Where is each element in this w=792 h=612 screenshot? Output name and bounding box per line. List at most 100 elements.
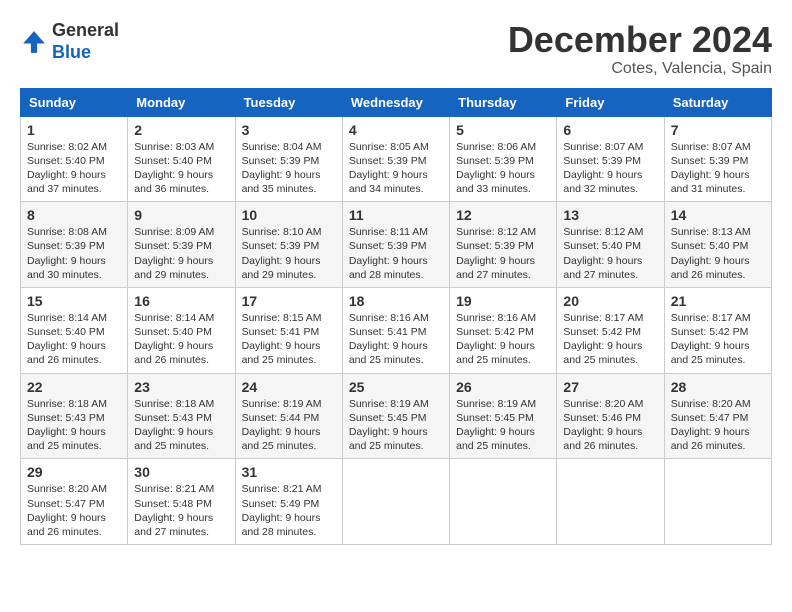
calendar-day-4: 4 Sunrise: 8:05 AMSunset: 5:39 PMDayligh… — [342, 116, 449, 202]
calendar-day-5: 5 Sunrise: 8:06 AMSunset: 5:39 PMDayligh… — [450, 116, 557, 202]
day-info: Sunrise: 8:13 AMSunset: 5:40 PMDaylight:… — [671, 226, 751, 281]
empty-cell — [557, 459, 664, 545]
calendar-day-19: 19 Sunrise: 8:16 AMSunset: 5:42 PMDaylig… — [450, 287, 557, 373]
calendar-body: 1 Sunrise: 8:02 AMSunset: 5:40 PMDayligh… — [21, 116, 772, 544]
day-number: 26 — [456, 379, 550, 395]
calendar-day-20: 20 Sunrise: 8:17 AMSunset: 5:42 PMDaylig… — [557, 287, 664, 373]
calendar-week-1: 1 Sunrise: 8:02 AMSunset: 5:40 PMDayligh… — [21, 116, 772, 202]
weekday-friday: Friday — [557, 88, 664, 116]
day-info: Sunrise: 8:09 AMSunset: 5:39 PMDaylight:… — [134, 226, 214, 281]
calendar-table: Sunday Monday Tuesday Wednesday Thursday… — [20, 88, 772, 545]
calendar-day-15: 15 Sunrise: 8:14 AMSunset: 5:40 PMDaylig… — [21, 287, 128, 373]
day-number: 16 — [134, 293, 228, 309]
day-number: 20 — [563, 293, 657, 309]
calendar-day-14: 14 Sunrise: 8:13 AMSunset: 5:40 PMDaylig… — [664, 202, 771, 288]
day-info: Sunrise: 8:10 AMSunset: 5:39 PMDaylight:… — [242, 226, 322, 281]
day-number: 17 — [242, 293, 336, 309]
day-number: 30 — [134, 464, 228, 480]
logo: General Blue — [20, 20, 119, 63]
day-number: 31 — [242, 464, 336, 480]
day-info: Sunrise: 8:05 AMSunset: 5:39 PMDaylight:… — [349, 141, 429, 196]
calendar-day-9: 9 Sunrise: 8:09 AMSunset: 5:39 PMDayligh… — [128, 202, 235, 288]
day-info: Sunrise: 8:19 AMSunset: 5:45 PMDaylight:… — [456, 398, 536, 453]
calendar-day-17: 17 Sunrise: 8:15 AMSunset: 5:41 PMDaylig… — [235, 287, 342, 373]
day-info: Sunrise: 8:04 AMSunset: 5:39 PMDaylight:… — [242, 141, 322, 196]
calendar-day-27: 27 Sunrise: 8:20 AMSunset: 5:46 PMDaylig… — [557, 373, 664, 459]
day-number: 3 — [242, 122, 336, 138]
day-number: 22 — [27, 379, 121, 395]
logo-icon — [20, 28, 48, 56]
day-info: Sunrise: 8:20 AMSunset: 5:46 PMDaylight:… — [563, 398, 643, 453]
calendar-day-29: 29 Sunrise: 8:20 AMSunset: 5:47 PMDaylig… — [21, 459, 128, 545]
weekday-thursday: Thursday — [450, 88, 557, 116]
day-info: Sunrise: 8:12 AMSunset: 5:40 PMDaylight:… — [563, 226, 643, 281]
location: Cotes, Valencia, Spain — [508, 60, 772, 78]
day-number: 24 — [242, 379, 336, 395]
calendar-day-13: 13 Sunrise: 8:12 AMSunset: 5:40 PMDaylig… — [557, 202, 664, 288]
calendar-day-2: 2 Sunrise: 8:03 AMSunset: 5:40 PMDayligh… — [128, 116, 235, 202]
calendar-day-11: 11 Sunrise: 8:11 AMSunset: 5:39 PMDaylig… — [342, 202, 449, 288]
day-number: 13 — [563, 207, 657, 223]
day-number: 9 — [134, 207, 228, 223]
day-info: Sunrise: 8:20 AMSunset: 5:47 PMDaylight:… — [671, 398, 751, 453]
calendar-day-18: 18 Sunrise: 8:16 AMSunset: 5:41 PMDaylig… — [342, 287, 449, 373]
calendar-day-21: 21 Sunrise: 8:17 AMSunset: 5:42 PMDaylig… — [664, 287, 771, 373]
calendar-day-8: 8 Sunrise: 8:08 AMSunset: 5:39 PMDayligh… — [21, 202, 128, 288]
day-info: Sunrise: 8:21 AMSunset: 5:48 PMDaylight:… — [134, 483, 214, 538]
day-number: 4 — [349, 122, 443, 138]
day-number: 18 — [349, 293, 443, 309]
empty-cell — [450, 459, 557, 545]
day-number: 28 — [671, 379, 765, 395]
calendar-week-2: 8 Sunrise: 8:08 AMSunset: 5:39 PMDayligh… — [21, 202, 772, 288]
day-number: 2 — [134, 122, 228, 138]
calendar-day-16: 16 Sunrise: 8:14 AMSunset: 5:40 PMDaylig… — [128, 287, 235, 373]
calendar-day-12: 12 Sunrise: 8:12 AMSunset: 5:39 PMDaylig… — [450, 202, 557, 288]
day-number: 6 — [563, 122, 657, 138]
day-number: 1 — [27, 122, 121, 138]
day-info: Sunrise: 8:14 AMSunset: 5:40 PMDaylight:… — [134, 312, 214, 367]
day-number: 7 — [671, 122, 765, 138]
day-info: Sunrise: 8:08 AMSunset: 5:39 PMDaylight:… — [27, 226, 107, 281]
day-number: 14 — [671, 207, 765, 223]
day-info: Sunrise: 8:18 AMSunset: 5:43 PMDaylight:… — [134, 398, 214, 453]
calendar-day-28: 28 Sunrise: 8:20 AMSunset: 5:47 PMDaylig… — [664, 373, 771, 459]
day-info: Sunrise: 8:03 AMSunset: 5:40 PMDaylight:… — [134, 141, 214, 196]
day-number: 15 — [27, 293, 121, 309]
empty-cell — [664, 459, 771, 545]
calendar-week-5: 29 Sunrise: 8:20 AMSunset: 5:47 PMDaylig… — [21, 459, 772, 545]
day-number: 21 — [671, 293, 765, 309]
day-info: Sunrise: 8:15 AMSunset: 5:41 PMDaylight:… — [242, 312, 322, 367]
calendar-day-25: 25 Sunrise: 8:19 AMSunset: 5:45 PMDaylig… — [342, 373, 449, 459]
day-number: 25 — [349, 379, 443, 395]
day-info: Sunrise: 8:12 AMSunset: 5:39 PMDaylight:… — [456, 226, 536, 281]
day-number: 8 — [27, 207, 121, 223]
day-number: 23 — [134, 379, 228, 395]
logo-blue: Blue — [52, 42, 119, 64]
calendar-day-22: 22 Sunrise: 8:18 AMSunset: 5:43 PMDaylig… — [21, 373, 128, 459]
day-number: 12 — [456, 207, 550, 223]
calendar-day-3: 3 Sunrise: 8:04 AMSunset: 5:39 PMDayligh… — [235, 116, 342, 202]
weekday-sunday: Sunday — [21, 88, 128, 116]
calendar-header: Sunday Monday Tuesday Wednesday Thursday… — [21, 88, 772, 116]
day-info: Sunrise: 8:06 AMSunset: 5:39 PMDaylight:… — [456, 141, 536, 196]
calendar-day-31: 31 Sunrise: 8:21 AMSunset: 5:49 PMDaylig… — [235, 459, 342, 545]
day-number: 19 — [456, 293, 550, 309]
calendar-day-30: 30 Sunrise: 8:21 AMSunset: 5:48 PMDaylig… — [128, 459, 235, 545]
calendar-day-23: 23 Sunrise: 8:18 AMSunset: 5:43 PMDaylig… — [128, 373, 235, 459]
day-number: 29 — [27, 464, 121, 480]
weekday-tuesday: Tuesday — [235, 88, 342, 116]
day-info: Sunrise: 8:16 AMSunset: 5:42 PMDaylight:… — [456, 312, 536, 367]
calendar-day-10: 10 Sunrise: 8:10 AMSunset: 5:39 PMDaylig… — [235, 202, 342, 288]
logo-general: General — [52, 20, 119, 42]
day-info: Sunrise: 8:07 AMSunset: 5:39 PMDaylight:… — [671, 141, 751, 196]
day-info: Sunrise: 8:20 AMSunset: 5:47 PMDaylight:… — [27, 483, 107, 538]
day-info: Sunrise: 8:16 AMSunset: 5:41 PMDaylight:… — [349, 312, 429, 367]
day-info: Sunrise: 8:17 AMSunset: 5:42 PMDaylight:… — [671, 312, 751, 367]
day-number: 11 — [349, 207, 443, 223]
calendar-week-4: 22 Sunrise: 8:18 AMSunset: 5:43 PMDaylig… — [21, 373, 772, 459]
calendar-day-26: 26 Sunrise: 8:19 AMSunset: 5:45 PMDaylig… — [450, 373, 557, 459]
day-info: Sunrise: 8:17 AMSunset: 5:42 PMDaylight:… — [563, 312, 643, 367]
logo-text: General Blue — [52, 20, 119, 63]
day-info: Sunrise: 8:18 AMSunset: 5:43 PMDaylight:… — [27, 398, 107, 453]
day-info: Sunrise: 8:11 AMSunset: 5:39 PMDaylight:… — [349, 226, 428, 281]
